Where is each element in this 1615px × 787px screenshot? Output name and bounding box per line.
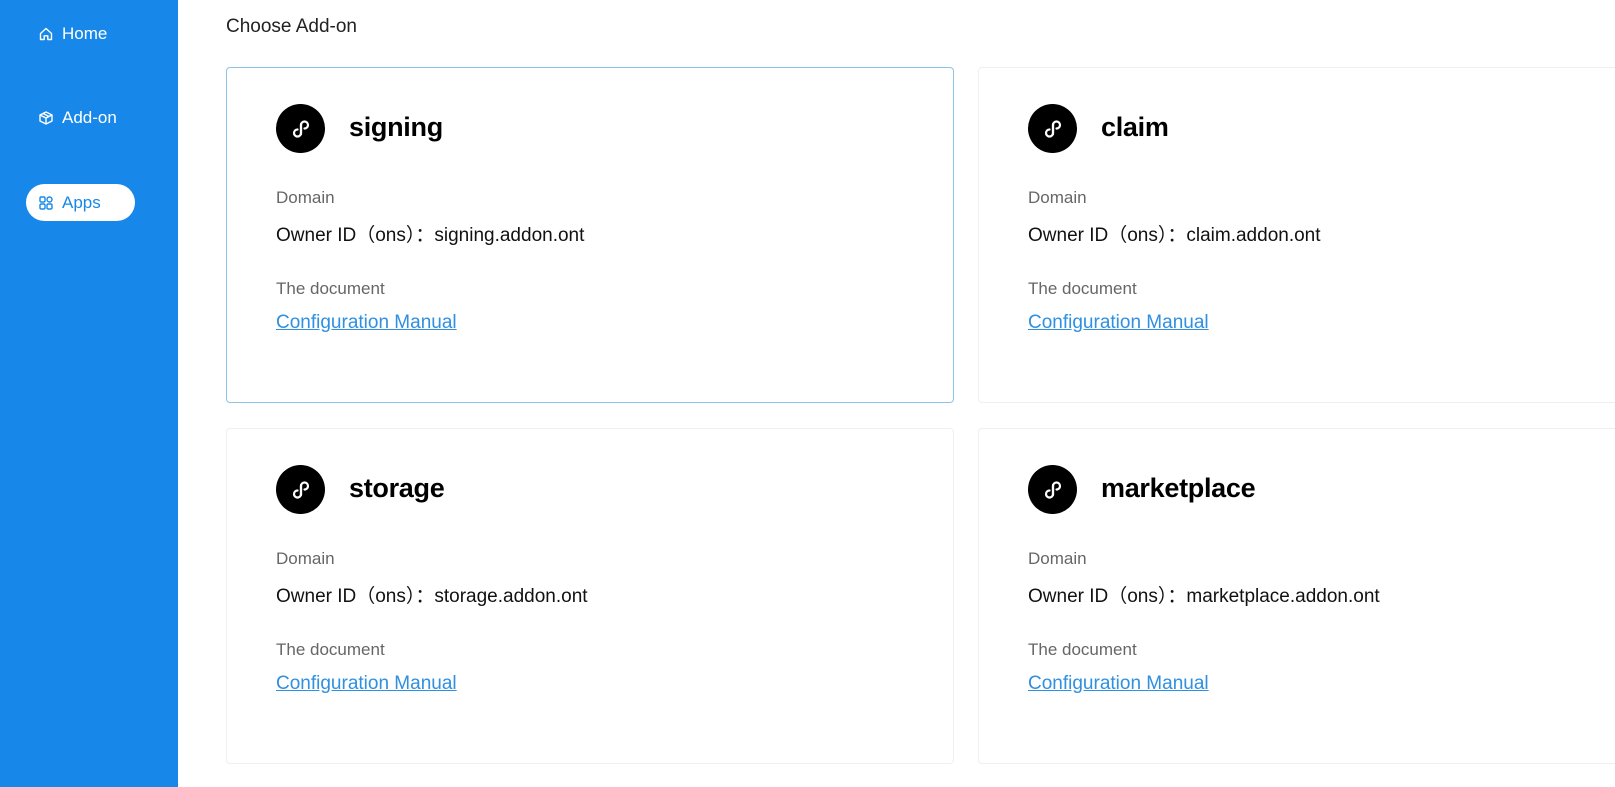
- owner-id-value: marketplace.addon.ont: [1186, 586, 1380, 607]
- owner-id: Owner ID（ons）：claim.addon.ont: [1028, 220, 1321, 247]
- owner-id-value: claim.addon.ont: [1186, 225, 1321, 246]
- domain-label: Domain: [276, 188, 335, 207]
- document-label: The document: [276, 640, 385, 659]
- addon-card-claim[interactable]: claim Domain Owner ID（ons）：claim.addon.o…: [978, 67, 1615, 403]
- configuration-manual-link[interactable]: Configuration Manual: [1028, 312, 1209, 334]
- configuration-manual-link[interactable]: Configuration Manual: [1028, 673, 1209, 695]
- mini-program-logo-icon: [276, 465, 325, 514]
- owner-id-value: storage.addon.ont: [434, 586, 588, 607]
- owner-id-prefix: Owner ID（ons）：: [276, 586, 435, 607]
- sidebar-item-add-on[interactable]: Add-on: [26, 99, 129, 136]
- owner-id-prefix: Owner ID（ons）：: [1028, 586, 1187, 607]
- owner-id-value: signing.addon.ont: [434, 225, 585, 246]
- page-title: Choose Add-on: [226, 16, 357, 37]
- mini-program-logo-icon: [1028, 104, 1077, 153]
- app-root: Home Add-on Apps Choose Add-on signing D…: [0, 0, 1615, 787]
- sidebar-item-apps[interactable]: Apps: [26, 184, 135, 221]
- mini-program-logo-icon: [276, 104, 325, 153]
- apps-grid-icon: [39, 195, 53, 210]
- domain-label: Domain: [1028, 549, 1087, 568]
- addon-card-marketplace[interactable]: marketplace Domain Owner ID（ons）：marketp…: [978, 428, 1615, 764]
- home-icon: [39, 27, 53, 40]
- configuration-manual-link[interactable]: Configuration Manual: [276, 673, 457, 695]
- addon-name: claim: [1101, 112, 1169, 142]
- cube-icon: [39, 110, 53, 125]
- main-content: Choose Add-on signing Domain Owner ID（on…: [178, 0, 1615, 787]
- addon-name: marketplace: [1101, 473, 1256, 503]
- addon-card-storage[interactable]: storage Domain Owner ID（ons）：storage.add…: [226, 428, 954, 764]
- document-label: The document: [276, 279, 385, 298]
- owner-id: Owner ID（ons）：storage.addon.ont: [276, 581, 588, 608]
- sidebar-item-label: Home: [62, 23, 108, 43]
- owner-id-prefix: Owner ID（ons）：: [1028, 225, 1187, 246]
- addon-name: storage: [349, 473, 445, 503]
- owner-id-prefix: Owner ID（ons）：: [276, 225, 435, 246]
- configuration-manual-link[interactable]: Configuration Manual: [276, 312, 457, 334]
- domain-label: Domain: [1028, 188, 1087, 207]
- owner-id: Owner ID（ons）：marketplace.addon.ont: [1028, 581, 1380, 608]
- addon-name: signing: [349, 112, 443, 142]
- sidebar: Home Add-on Apps: [0, 0, 178, 787]
- document-label: The document: [1028, 640, 1137, 659]
- domain-label: Domain: [276, 549, 335, 568]
- sidebar-item-label: Apps: [62, 192, 101, 212]
- sidebar-item-home[interactable]: Home: [26, 15, 119, 52]
- document-label: The document: [1028, 279, 1137, 298]
- owner-id: Owner ID（ons）：signing.addon.ont: [276, 220, 584, 247]
- sidebar-item-label: Add-on: [62, 107, 117, 127]
- addon-card-signing[interactable]: signing Domain Owner ID（ons）：signing.add…: [226, 67, 954, 403]
- mini-program-logo-icon: [1028, 465, 1077, 514]
